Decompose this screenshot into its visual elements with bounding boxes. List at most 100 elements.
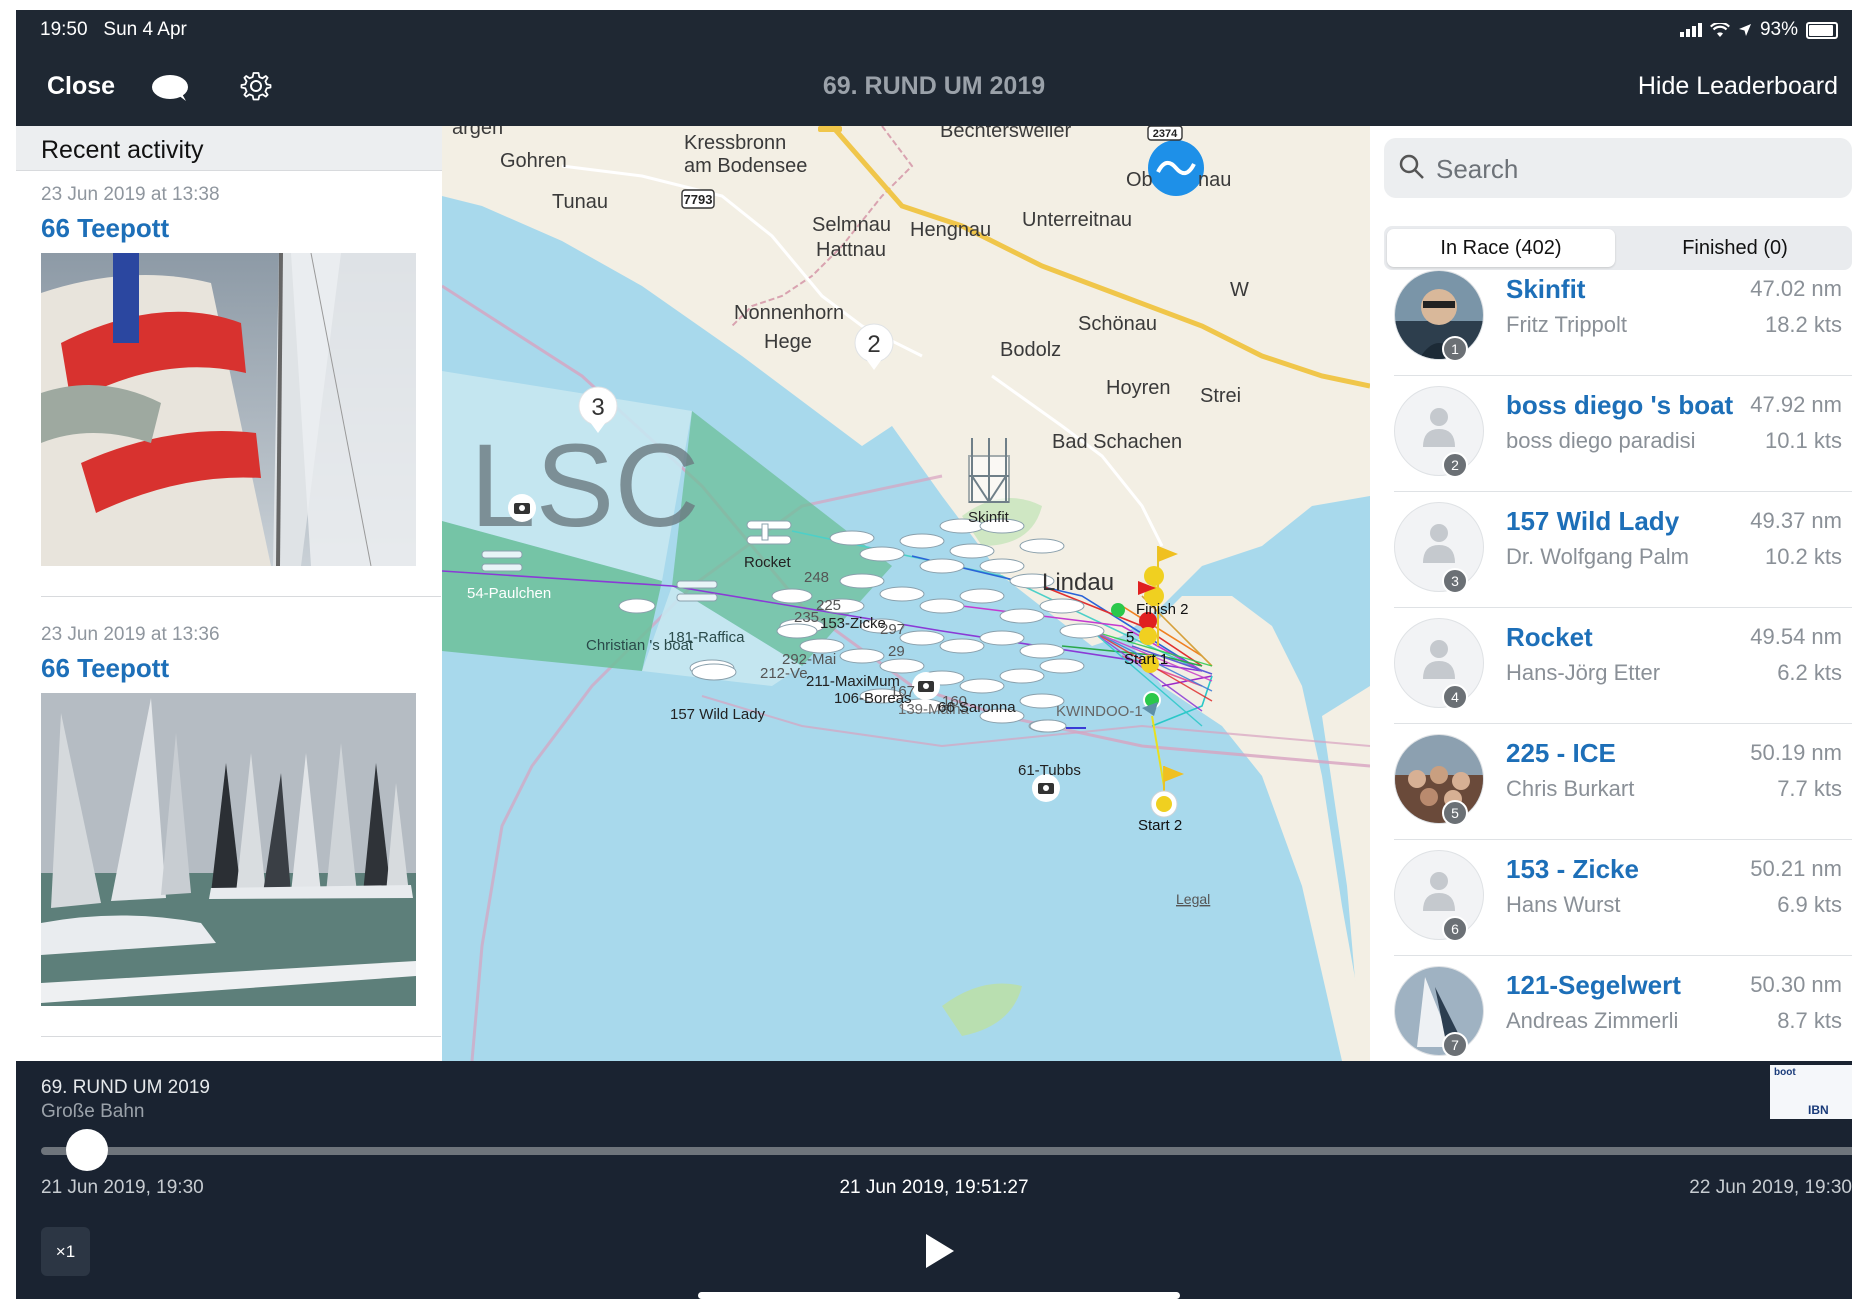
start-2-mark[interactable]: [1150, 766, 1184, 818]
distance-value: 50.30 nm: [1750, 972, 1842, 997]
activity-photo-spinnaker[interactable]: [41, 253, 416, 566]
park-area: [942, 983, 1022, 1036]
boat-label: 212-Ve: [760, 665, 808, 682]
boat-label: 225: [816, 597, 841, 614]
timeline-slider-thumb[interactable]: [66, 1129, 109, 1171]
skipper-name: Hans Wurst: [1506, 892, 1621, 917]
sponsor-boot-text: boot: [1774, 1067, 1796, 1078]
rank-badge: 6: [1442, 916, 1468, 942]
distance-value: 49.37 nm: [1750, 508, 1842, 533]
status-right: 93%: [1679, 19, 1838, 41]
speed-value: 6.9 kts: [1777, 892, 1842, 917]
leaderboard-row[interactable]: 1 Skinfit Fritz Trippolt 47.02 nm 18.2 k…: [1370, 260, 1852, 376]
leaderboard-row[interactable]: 2 boss diego 's boat boss diego paradisi…: [1370, 376, 1852, 492]
race-map[interactable]: LSC 2 3 7793 2374 argen Gohren Kressbron…: [442, 126, 1370, 1061]
race-title: 69. RUND UM 2019: [822, 72, 1046, 100]
camera-pin-icon[interactable]: [508, 494, 536, 522]
speed-value: 7.7 kts: [1777, 776, 1842, 801]
avatar: [1394, 270, 1484, 360]
wave-fab-button[interactable]: [1148, 140, 1204, 196]
place-label: Bechtersweiler: [940, 126, 1072, 142]
recent-activity-title: Recent activity: [41, 136, 204, 164]
legal-link[interactable]: Legal: [1176, 891, 1210, 907]
hide-leaderboard-button[interactable]: Hide Leaderboard: [1638, 72, 1838, 101]
person-placeholder-icon: [1423, 640, 1455, 679]
search-box[interactable]: [1384, 138, 1852, 198]
activity-separator: [41, 596, 441, 597]
boat-label: 167: [890, 683, 915, 700]
app-frame: 19:50 Sun 4 Apr 93% Close 69. RUND UM 20…: [16, 10, 1852, 1299]
activity-item[interactable]: 23 Jun 2019 at 13:38 66 Teepott: [41, 184, 416, 566]
leaderboard-row[interactable]: 7 121-Segelwert Andreas Zimmerli 50.30 n…: [1370, 956, 1852, 1061]
play-icon[interactable]: [926, 1234, 954, 1268]
mark-label: Start 2: [1138, 817, 1182, 834]
search-icon: [1399, 154, 1424, 179]
avatar-photo: [1395, 735, 1483, 823]
activity-boat-name[interactable]: 66 Teepott: [41, 213, 416, 244]
road-shield-label: 7793: [684, 192, 713, 207]
boat-name[interactable]: Skinfit: [1506, 274, 1585, 305]
place-label: nau: [1198, 169, 1231, 191]
boat-label: Skinfit: [968, 509, 1010, 526]
boat-label: 29: [888, 643, 905, 660]
sponsor-logo[interactable]: boot IBN: [1770, 1065, 1852, 1119]
mark-label: Start 1: [1124, 651, 1168, 668]
boat-label: 66 Saronna: [938, 699, 1016, 716]
place-label: am Bodensee: [684, 155, 807, 177]
cluster-count: 2: [867, 331, 880, 358]
rank-badge: 5: [1442, 800, 1468, 826]
playback-speed-button[interactable]: ×1: [41, 1227, 90, 1276]
boat-name[interactable]: 157 Wild Lady: [1506, 506, 1679, 537]
avatar: [1394, 618, 1484, 708]
skipper-name: Fritz Trippolt: [1506, 312, 1628, 337]
avatar: [1394, 502, 1484, 592]
map-canvas[interactable]: LSC 2 3 7793 2374 argen Gohren Kressbron…: [442, 126, 1370, 1061]
distance-value: 47.92 nm: [1750, 392, 1842, 417]
place-label: Schönau: [1078, 313, 1157, 335]
speed-value: 8.7 kts: [1777, 1008, 1842, 1033]
leaderboard-row[interactable]: 3 157 Wild Lady Dr. Wolfgang Palm 49.37 …: [1370, 492, 1852, 608]
recent-activity-panel: Recent activity 23 Jun 2019 at 13:38 66 …: [16, 126, 442, 1061]
activity-item[interactable]: 23 Jun 2019 at 13:36 66 Teepott: [41, 624, 416, 1006]
place-label: Bad Schachen: [1052, 431, 1182, 453]
boat-name[interactable]: 121-Segelwert: [1506, 970, 1681, 1001]
activity-date: 23 Jun 2019 at 13:38: [41, 184, 220, 205]
boat-label: 157 Wild Lady: [670, 706, 766, 723]
place-label: Hattnau: [816, 239, 886, 261]
boat-label: KWINDOO-1: [1056, 703, 1143, 720]
place-label: Bodolz: [1000, 339, 1061, 361]
place-label: Unterreitnau: [1022, 209, 1132, 231]
search-input[interactable]: [1434, 150, 1818, 188]
camera-pin-icon[interactable]: [912, 672, 940, 700]
speed-value: 10.2 kts: [1764, 544, 1842, 569]
boat-label: 61-Tubbs: [1018, 762, 1081, 779]
place-label: Hoyren: [1106, 377, 1170, 399]
boat-157-wild-lady[interactable]: [691, 663, 737, 681]
boat-label: 297: [880, 621, 905, 638]
boat-name[interactable]: boss diego 's boat: [1506, 390, 1733, 421]
lsc-logo: LSC: [470, 420, 700, 552]
activity-date: 23 Jun 2019 at 13:36: [41, 624, 220, 645]
leaderboard-panel: In Race (402) Finished (0) 1 Skinfit Fri…: [1370, 126, 1852, 1061]
rank-badge: 3: [1442, 568, 1468, 594]
activity-photo-fleet[interactable]: [41, 693, 416, 1006]
boat-61-tubbs[interactable]: [1029, 719, 1067, 733]
player-race-title: 69. RUND UM 2019: [41, 1077, 210, 1098]
boat-name[interactable]: 225 - ICE: [1506, 738, 1616, 769]
speed-value: 18.2 kts: [1764, 312, 1842, 337]
leaderboard-row[interactable]: 5 225 - ICE Chris Burkart 50.19 nm 7.7 k…: [1370, 724, 1852, 840]
place-label: Hengnau: [910, 219, 991, 241]
timeline-end-time: 22 Jun 2019, 19:30: [1689, 1177, 1852, 1198]
status-bar: 19:50 Sun 4 Apr 93%: [16, 10, 1852, 48]
place-label: argen: [452, 126, 503, 139]
leaderboard-row[interactable]: 4 Rocket Hans-Jörg Etter 49.54 nm 6.2 kt…: [1370, 608, 1852, 724]
boat-label: 211-MaxiMum: [806, 673, 900, 690]
boat-name[interactable]: 153 - Zicke: [1506, 854, 1639, 885]
activity-boat-name[interactable]: 66 Teepott: [41, 653, 416, 684]
leaderboard-row[interactable]: 6 153 - Zicke Hans Wurst 50.21 nm 6.9 kt…: [1370, 840, 1852, 956]
timeline-slider-track[interactable]: [41, 1147, 1852, 1155]
place-label: Gohren: [500, 150, 567, 172]
boat-name[interactable]: Rocket: [1506, 622, 1593, 653]
skipper-name: Hans-Jörg Etter: [1506, 660, 1661, 685]
avatar: [1394, 734, 1484, 824]
